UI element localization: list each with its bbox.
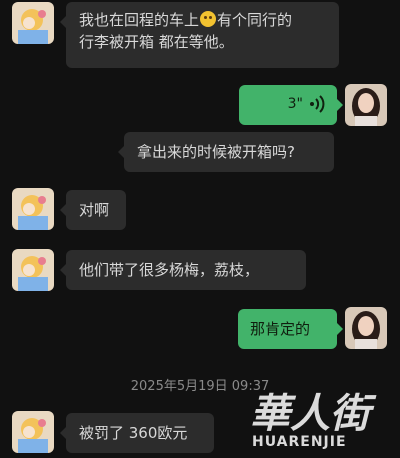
watermark-chinese: 華人街 bbox=[250, 390, 370, 437]
my-avatar[interactable] bbox=[345, 307, 387, 349]
message-text: 对啊 bbox=[79, 201, 110, 219]
my-avatar[interactable] bbox=[345, 84, 387, 126]
message-bubble-incoming[interactable]: 对啊 bbox=[60, 190, 126, 230]
photo-avatar-icon bbox=[345, 307, 387, 349]
contact-avatar[interactable] bbox=[12, 249, 54, 291]
message-bubble-outgoing[interactable]: 那肯定的 bbox=[238, 309, 343, 349]
chat-window: 我也在回程的车上 有个同行的 行李被开箱 都在等他。 3" 拿出来的时候被开箱吗? bbox=[0, 0, 400, 458]
voice-duration: 3" bbox=[287, 96, 303, 112]
cartoon-avatar-icon bbox=[12, 249, 54, 291]
message-text: 他们带了很多杨梅，荔枝， bbox=[79, 261, 260, 279]
message-text: 那肯定的 bbox=[250, 320, 311, 338]
message-text: 行李被开箱 都在等他。 bbox=[79, 33, 234, 51]
contact-avatar[interactable] bbox=[12, 188, 54, 230]
cartoon-avatar-icon bbox=[12, 2, 54, 44]
message-text: 我也在回程的车上 bbox=[79, 11, 200, 29]
message-bubble-incoming[interactable]: 被罚了 360欧元 bbox=[60, 413, 214, 453]
contact-avatar[interactable] bbox=[12, 2, 54, 44]
message-bubble-incoming[interactable]: 拿出来的时候被开箱吗? bbox=[118, 132, 334, 172]
photo-avatar-icon bbox=[345, 84, 387, 126]
message-text: 拿出来的时候被开箱吗? bbox=[137, 143, 295, 161]
watermark-logo: 華人街 HUARENJIE bbox=[250, 392, 395, 454]
voice-message-bubble[interactable]: 3" bbox=[239, 85, 343, 125]
message-text: 被罚了 360欧元 bbox=[79, 424, 188, 442]
cartoon-avatar-icon bbox=[12, 411, 54, 453]
cartoon-avatar-icon bbox=[12, 188, 54, 230]
grinning-face-emoji-icon bbox=[200, 11, 217, 27]
watermark-english: HUARENJIE bbox=[252, 434, 347, 450]
voice-wave-icon bbox=[310, 95, 325, 113]
message-text: 有个同行的 bbox=[217, 11, 293, 29]
message-bubble-incoming[interactable]: 我也在回程的车上 有个同行的 行李被开箱 都在等他。 bbox=[60, 2, 339, 68]
message-bubble-incoming[interactable]: 他们带了很多杨梅，荔枝， bbox=[60, 250, 306, 290]
contact-avatar[interactable] bbox=[12, 411, 54, 453]
